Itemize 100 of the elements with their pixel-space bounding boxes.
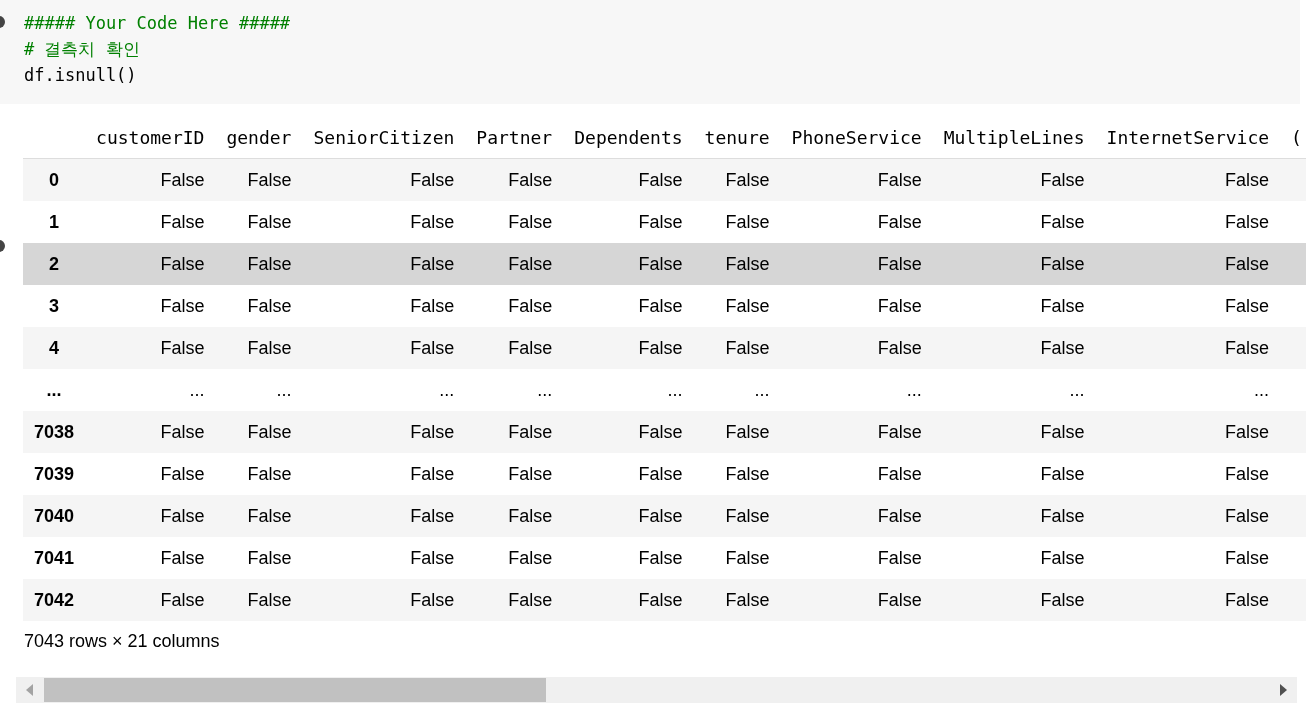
table-cell: False [638,547,683,568]
table-cell: False [1225,547,1270,568]
table-cell: False [410,253,455,274]
table-cell: False [1225,211,1270,232]
table-cell: False [725,337,770,358]
table-cell: False [877,211,922,232]
table-cell: False [160,589,205,610]
table-cell: False [247,169,292,190]
column-header: tenure [704,126,770,148]
table-cell: False [247,463,292,484]
table-cell: False [877,295,922,316]
code-comment: # 결측치 확인 [24,38,141,61]
table-cell: False [725,295,770,316]
table-cell: False [247,253,292,274]
table-cell: False [410,421,455,442]
table-cell: False [410,547,455,568]
table-cell: False [1225,463,1270,484]
table-cell: False [160,169,205,190]
table-cell: False [410,463,455,484]
table-cell: False [1040,421,1085,442]
table-cell: ... [439,379,455,400]
table-cell: False [1040,463,1085,484]
table-cell: ... [276,379,292,400]
table-cell: False [725,211,770,232]
table-cell: False [508,547,553,568]
table-cell: False [638,589,683,610]
column-header: gender [226,126,292,148]
table-cell: False [877,169,922,190]
table-cell: ... [537,379,553,400]
table-cell: False [725,505,770,526]
table-cell: False [410,505,455,526]
table-cell: False [508,505,553,526]
table-cell: False [1040,169,1085,190]
column-header: SeniorCitizen [313,126,455,148]
scroll-left-icon[interactable] [25,684,35,696]
table-cell: ... [189,379,205,400]
column-header: Partner [476,126,553,148]
row-index: 4 [49,337,60,358]
horizontal-scrollbar[interactable] [16,677,1297,703]
table-cell: False [247,547,292,568]
table-cell: ... [1254,379,1270,400]
row-index: 7039 [34,463,75,484]
table-cell: False [508,253,553,274]
table-cell: False [877,589,922,610]
table-cell: ... [667,379,683,400]
table-cell: False [877,421,922,442]
table-cell: False [1040,211,1085,232]
table-cell: False [725,463,770,484]
table-cell: False [1225,505,1270,526]
table-cell: ... [754,379,770,400]
table-cell: False [725,589,770,610]
table-cell: False [247,211,292,232]
table-cell: False [247,589,292,610]
table-cell: False [508,421,553,442]
table-cell: False [1040,295,1085,316]
column-header: ( [1291,126,1302,148]
table-cell: False [877,547,922,568]
table-cell: False [508,463,553,484]
table-cell: False [1225,169,1270,190]
table-cell: False [508,337,553,358]
code-cell[interactable]: ##### Your Code Here ##### # 결측치 확인 df.isnull() [0,0,1300,104]
table-cell: False [160,547,205,568]
table-cell: False [1225,589,1270,610]
column-header: customerID [96,126,205,148]
table-cell: False [638,169,683,190]
column-header: PhoneService [791,126,922,148]
code-comment: ##### Your Code Here ##### [24,12,292,35]
table-cell: False [410,211,455,232]
row-index: 7038 [34,421,75,442]
table-cell: False [877,253,922,274]
table-cell: False [247,295,292,316]
table-cell: False [247,421,292,442]
table-cell: False [725,421,770,442]
table-cell: False [638,253,683,274]
row-index: 2 [49,253,60,274]
row-index: 7041 [34,547,75,568]
table-cell: False [160,463,205,484]
table-cell: False [725,547,770,568]
table-cell: False [160,337,205,358]
scroll-right-icon[interactable] [1278,684,1288,696]
table-cell: False [638,211,683,232]
table-cell: False [160,253,205,274]
table-cell: False [1040,547,1085,568]
table-cell: False [508,589,553,610]
table-cell: False [1225,253,1270,274]
row-index: 0 [49,169,60,190]
table-cell: False [877,337,922,358]
table-cell: False [1040,253,1085,274]
table-cell: False [508,295,553,316]
scrollbar-thumb[interactable] [44,678,546,702]
table-cell: False [877,463,922,484]
table-cell: False [410,295,455,316]
row-index: 7042 [34,589,75,610]
table-cell: False [638,337,683,358]
row-index: 1 [49,211,60,232]
row-index: ... [46,379,62,400]
table-cell: ... [1069,379,1085,400]
table-cell: False [160,505,205,526]
table-cell: False [1225,295,1270,316]
table-cell: False [508,211,553,232]
